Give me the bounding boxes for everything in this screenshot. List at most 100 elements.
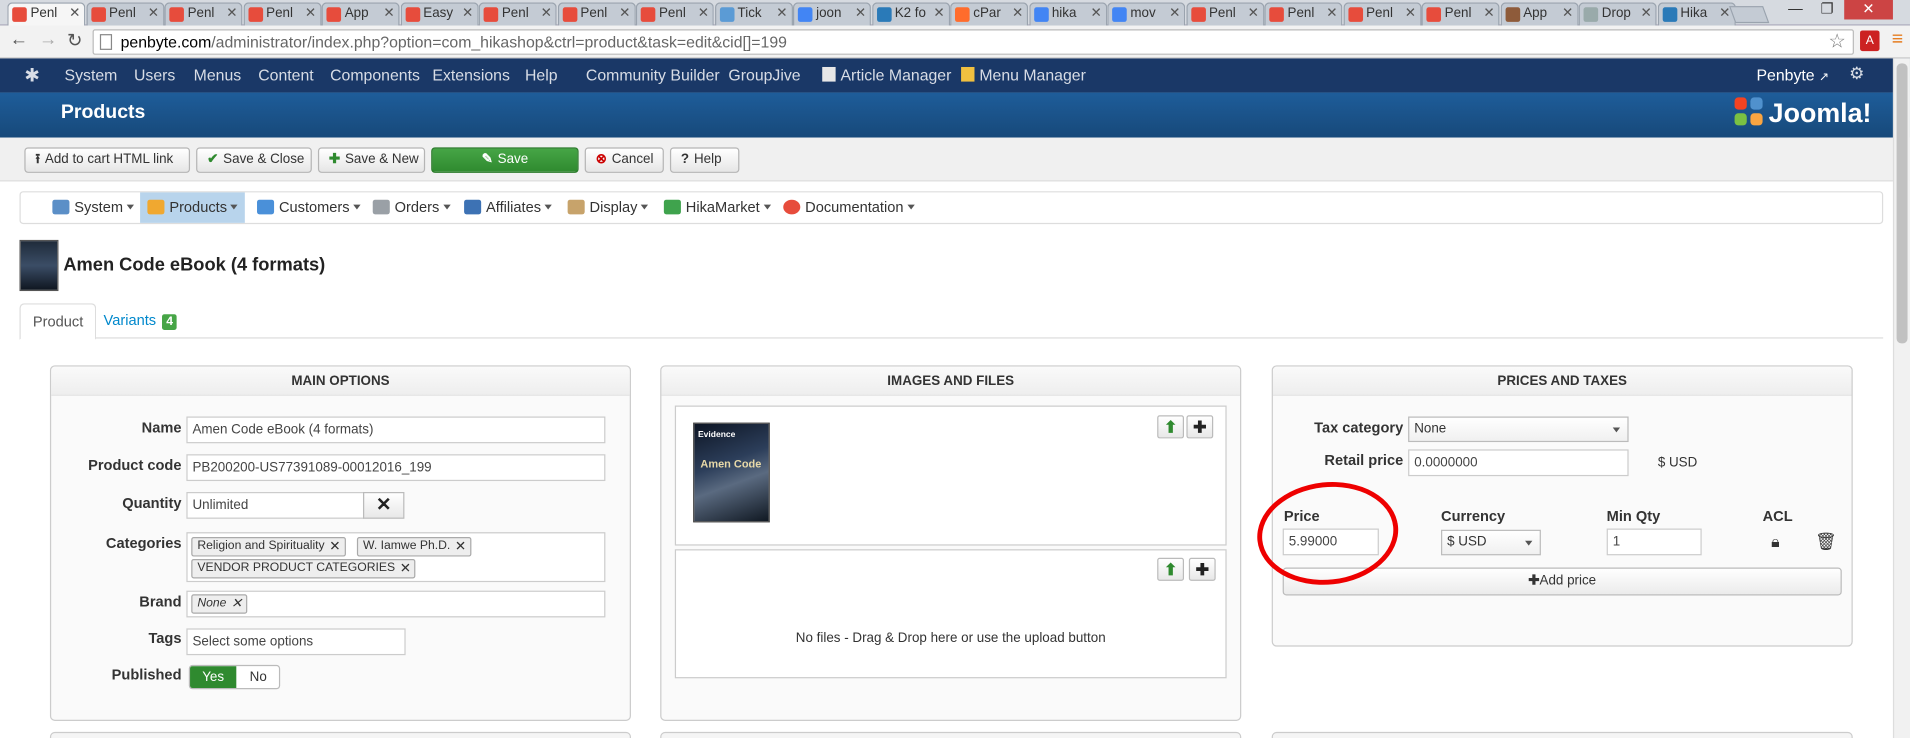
browser-tab[interactable]: Penl ✕ bbox=[7, 2, 86, 26]
hika-menu-display[interactable]: Display bbox=[560, 192, 655, 222]
nav-menus[interactable]: Menus bbox=[194, 66, 242, 84]
tab-close-icon[interactable]: ✕ bbox=[226, 4, 237, 25]
help-button[interactable]: ? Help bbox=[669, 147, 740, 173]
nav-components[interactable]: Components bbox=[330, 66, 420, 84]
tab-variants[interactable]: Variants 4 bbox=[91, 303, 189, 338]
add-to-cart-html-button[interactable]: ⭱ Add to cart HTML link bbox=[24, 147, 191, 173]
upload-file-button[interactable]: ⬆ bbox=[1157, 557, 1184, 581]
browser-tab[interactable]: Easy ✕ bbox=[400, 2, 479, 26]
minimize-icon[interactable]: — bbox=[1781, 0, 1810, 19]
save-new-button[interactable]: ✚ Save & New bbox=[317, 147, 426, 173]
browser-tab[interactable]: Penl ✕ bbox=[478, 2, 557, 26]
nav-groupjive[interactable]: GroupJive bbox=[728, 66, 800, 84]
nav-content[interactable]: Content bbox=[258, 66, 313, 84]
save-close-button[interactable]: ✔ Save & Close bbox=[196, 147, 312, 173]
tab-close-icon[interactable]: ✕ bbox=[1248, 4, 1259, 25]
forward-arrow-icon[interactable]: → bbox=[39, 29, 57, 50]
brand-field[interactable]: None ✕ bbox=[186, 590, 606, 618]
trash-icon[interactable]: 🗑︎ bbox=[1815, 531, 1837, 552]
browser-tab[interactable]: Penl ✕ bbox=[164, 2, 243, 26]
browser-tab[interactable]: hika ✕ bbox=[1028, 2, 1107, 26]
tab-close-icon[interactable]: ✕ bbox=[383, 4, 394, 25]
browser-tab[interactable]: Penl ✕ bbox=[1342, 2, 1421, 26]
tab-close-icon[interactable]: ✕ bbox=[1405, 4, 1416, 25]
tab-close-icon[interactable]: ✕ bbox=[776, 4, 787, 25]
hika-menu-hikamarket[interactable]: HikaMarket bbox=[657, 192, 778, 222]
tab-close-icon[interactable]: ✕ bbox=[541, 4, 552, 25]
product-code-field[interactable]: PB200200-US77391089-00012016_199 bbox=[186, 454, 606, 482]
remove-chip-icon[interactable]: ✕ bbox=[329, 538, 340, 555]
nav-article-manager[interactable]: Article Manager bbox=[822, 66, 951, 84]
tab-close-icon[interactable]: ✕ bbox=[1012, 4, 1023, 25]
remove-chip-icon[interactable]: ✕ bbox=[231, 596, 242, 613]
tab-product[interactable]: Product bbox=[19, 303, 97, 340]
browser-tab[interactable]: Drop ✕ bbox=[1578, 2, 1657, 26]
tax-category-select[interactable]: None bbox=[1408, 416, 1629, 443]
bookmark-star-icon[interactable]: ☆ bbox=[1828, 29, 1845, 53]
hika-menu-documentation[interactable]: Documentation bbox=[776, 192, 922, 222]
browser-tab[interactable]: Penl ✕ bbox=[85, 2, 164, 26]
tab-close-icon[interactable]: ✕ bbox=[1169, 4, 1180, 25]
nav-system[interactable]: System bbox=[65, 66, 118, 84]
tab-close-icon[interactable]: ✕ bbox=[305, 4, 316, 25]
browser-tab[interactable]: Penl ✕ bbox=[635, 2, 714, 26]
hika-menu-affiliates[interactable]: Affiliates bbox=[457, 192, 559, 222]
tab-close-icon[interactable]: ✕ bbox=[1091, 4, 1102, 25]
pdf-extension-icon[interactable]: A bbox=[1860, 30, 1880, 52]
back-arrow-icon[interactable]: ← bbox=[10, 29, 28, 50]
tab-close-icon[interactable]: ✕ bbox=[855, 4, 866, 25]
tab-close-icon[interactable]: ✕ bbox=[148, 4, 159, 25]
tab-close-icon[interactable]: ✕ bbox=[69, 4, 80, 25]
hika-menu-products[interactable]: Products bbox=[140, 192, 246, 223]
page-scrollbar[interactable] bbox=[1892, 58, 1910, 738]
remove-chip-icon[interactable]: ✕ bbox=[400, 560, 411, 577]
hika-menu-customers[interactable]: Customers bbox=[250, 192, 368, 222]
name-field[interactable]: Amen Code eBook (4 formats) bbox=[186, 416, 606, 444]
site-link[interactable]: Penbyte ↗ bbox=[1757, 66, 1830, 84]
window-close-icon[interactable]: ✕ bbox=[1844, 0, 1893, 20]
browser-tab[interactable]: Hika ✕ bbox=[1657, 2, 1736, 26]
browser-tab[interactable]: mov ✕ bbox=[1107, 2, 1186, 26]
categories-field[interactable]: Religion and Spirituality ✕ W. Iamwe Ph.D… bbox=[186, 532, 606, 583]
new-tab-button[interactable] bbox=[1729, 6, 1770, 24]
published-toggle[interactable]: Yes No bbox=[188, 664, 281, 690]
tab-close-icon[interactable]: ✕ bbox=[933, 4, 944, 25]
tab-close-icon[interactable]: ✕ bbox=[619, 4, 630, 25]
published-no[interactable]: No bbox=[236, 666, 279, 688]
lock-icon[interactable]: 🔒︎ bbox=[1771, 532, 1779, 551]
nav-community-builder[interactable]: Community Builder bbox=[586, 66, 720, 84]
browser-tab[interactable]: cPar ✕ bbox=[950, 2, 1029, 26]
browser-tab[interactable]: Penl ✕ bbox=[1185, 2, 1264, 26]
browser-tab[interactable]: K2 fo ✕ bbox=[871, 2, 950, 26]
quantity-field[interactable]: Unlimited bbox=[186, 491, 365, 519]
browser-tab[interactable]: Tick ✕ bbox=[714, 2, 793, 26]
tab-close-icon[interactable]: ✕ bbox=[1562, 4, 1573, 25]
tab-close-icon[interactable]: ✕ bbox=[1483, 4, 1494, 25]
tab-close-icon[interactable]: ✕ bbox=[1326, 4, 1337, 25]
browser-tab[interactable]: joon ✕ bbox=[792, 2, 871, 26]
reload-icon[interactable]: ↻ bbox=[67, 29, 82, 51]
browser-tab[interactable]: Penl ✕ bbox=[1421, 2, 1500, 26]
browser-tab[interactable]: Penl ✕ bbox=[243, 2, 321, 26]
tab-close-icon[interactable]: ✕ bbox=[462, 4, 473, 25]
tags-input[interactable]: Select some options bbox=[186, 628, 406, 656]
tab-close-icon[interactable]: ✕ bbox=[1641, 4, 1652, 25]
settings-gear-icon[interactable]: ⚙ bbox=[1849, 63, 1864, 84]
joomla-icon[interactable]: ✱ bbox=[24, 65, 39, 87]
image-dropzone[interactable]: Evidence Amen Code ⬆ ✚ bbox=[674, 405, 1227, 546]
add-file-button[interactable]: ✚ bbox=[1188, 557, 1216, 581]
product-image[interactable]: Evidence Amen Code bbox=[693, 422, 770, 523]
upload-image-button[interactable]: ⬆ bbox=[1157, 415, 1184, 439]
tab-close-icon[interactable]: ✕ bbox=[698, 4, 709, 25]
hika-menu-system[interactable]: System bbox=[45, 192, 141, 222]
nav-help[interactable]: Help bbox=[525, 66, 558, 84]
browser-tab[interactable]: App ✕ bbox=[1500, 2, 1579, 26]
browser-tab[interactable]: Penl ✕ bbox=[1264, 2, 1343, 26]
nav-extensions[interactable]: Extensions bbox=[432, 66, 509, 84]
published-yes[interactable]: Yes bbox=[190, 666, 237, 689]
min-qty-field[interactable]: 1 bbox=[1606, 528, 1702, 556]
file-dropzone[interactable]: ⬆ ✚ No files - Drag & Drop here or use t… bbox=[674, 549, 1227, 679]
nav-users[interactable]: Users bbox=[134, 66, 175, 84]
save-button[interactable]: ✎ Save bbox=[431, 147, 579, 173]
add-image-button[interactable]: ✚ bbox=[1186, 415, 1214, 439]
